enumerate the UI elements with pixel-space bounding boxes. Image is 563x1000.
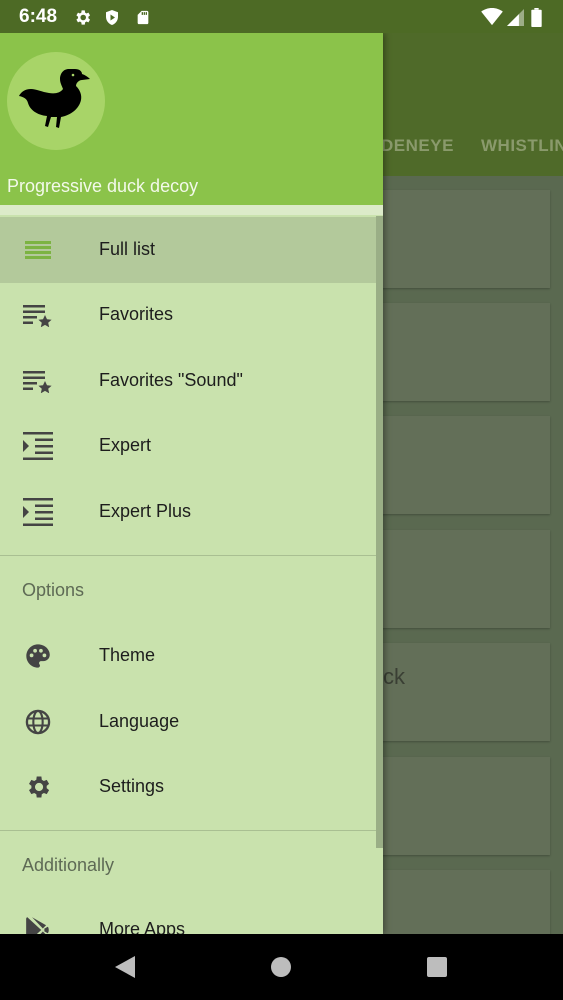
list-card[interactable] <box>380 530 550 628</box>
menu-item-label: Full list <box>99 239 156 259</box>
palette-icon <box>22 642 54 670</box>
home-button[interactable] <box>268 954 294 980</box>
section-divider <box>0 830 383 831</box>
indent-list-icon <box>22 432 54 460</box>
card-partial-text: ck <box>383 664 405 689</box>
section-title-options: Options <box>22 580 85 600</box>
menu-item-label: Expert <box>99 435 152 455</box>
menu-item-label: Favorites <box>99 304 174 324</box>
tab-whistling[interactable]: WHISTLIN <box>481 136 563 156</box>
menu-item-label: Language <box>99 711 180 731</box>
shield-icon <box>102 7 122 27</box>
status-time: 6:48 <box>19 6 58 27</box>
list-card[interactable] <box>380 870 550 934</box>
status-bar: 6:48 <box>0 0 563 33</box>
list-card[interactable] <box>380 757 550 855</box>
list-card[interactable] <box>380 416 550 514</box>
duck-logo-icon <box>19 69 90 128</box>
menu-item-label: Theme <box>99 645 156 665</box>
drawer-scrollbar[interactable] <box>376 216 383 848</box>
menu-item-expert-plus[interactable]: Expert Plus <box>0 479 383 545</box>
menu-item-label: Settings <box>99 776 165 796</box>
menu-item-full-list[interactable]: Full list <box>0 217 383 283</box>
app-name: Progressive duck decoy <box>7 176 199 196</box>
menu-item-settings[interactable]: Settings <box>0 754 383 820</box>
menu-item-expert[interactable]: Expert <box>0 413 383 479</box>
list-icon <box>22 236 54 264</box>
wifi-icon <box>480 7 504 27</box>
list-card[interactable] <box>380 190 550 288</box>
system-nav-bar <box>0 934 563 1000</box>
indent-list-icon <box>22 498 54 526</box>
menu-item-label: Expert Plus <box>99 501 192 521</box>
menu-item-label: Favorites "Sound" <box>99 370 243 390</box>
back-button[interactable] <box>112 954 138 980</box>
tab-goldeneye[interactable]: DENEYE <box>381 136 454 156</box>
drawer-header: Progressive duck decoy <box>0 33 383 205</box>
menu-item-more-apps[interactable]: More Apps <box>0 897 383 934</box>
list-card[interactable] <box>380 303 550 401</box>
list-card[interactable] <box>380 643 550 741</box>
settings-icon <box>72 7 92 27</box>
navigation-drawer: Progressive duck decoy Full list Favorit… <box>0 33 383 934</box>
app-avatar <box>7 52 105 150</box>
globe-icon <box>22 708 54 736</box>
menu-item-theme[interactable]: Theme <box>0 623 383 689</box>
menu-item-label: More Apps <box>99 919 186 934</box>
section-divider <box>0 555 383 556</box>
recents-button[interactable] <box>424 954 450 980</box>
menu-item-favorites[interactable]: Favorites <box>0 282 383 348</box>
play-store-icon <box>22 916 54 934</box>
favorite-list-icon <box>22 301 54 329</box>
gear-icon <box>22 773 54 801</box>
menu-item-favorites-sound[interactable]: Favorites "Sound" <box>0 348 383 414</box>
section-title-additionally: Additionally <box>22 855 115 875</box>
battery-icon <box>529 7 543 27</box>
menu-item-language[interactable]: Language <box>0 689 383 755</box>
sd-card-icon <box>133 7 153 27</box>
favorite-list-icon <box>22 367 54 395</box>
signal-icon <box>505 7 525 27</box>
header-divider <box>0 205 383 215</box>
